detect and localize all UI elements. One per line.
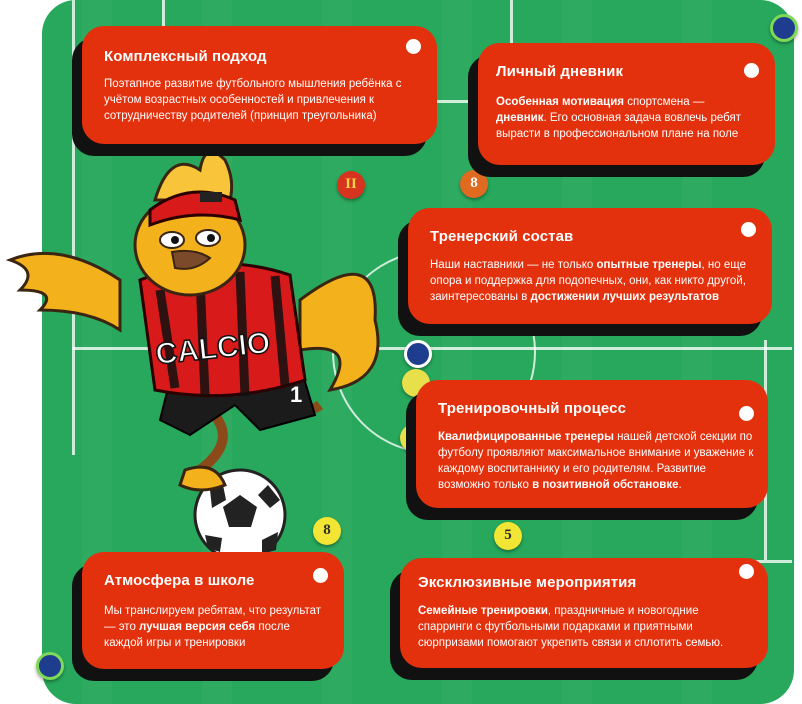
card-title: Тренерский состав	[430, 228, 574, 245]
jersey-number: 1	[290, 382, 302, 407]
card-title: Личный дневник	[496, 63, 624, 80]
card-text: Особенная мотивация спортсмена — дневник…	[496, 96, 741, 140]
game-disc	[36, 652, 64, 680]
card-text: Мы транслируем ребятам, что результат — …	[104, 605, 322, 649]
card-dot-icon	[313, 568, 328, 583]
card-personal-diary: Личный дневник Особенная мотивация спорт…	[478, 43, 775, 165]
card-title: Тренировочный процесс	[438, 400, 627, 417]
card-title: Эксклюзивные мероприятия	[418, 574, 637, 591]
game-disc	[770, 14, 798, 42]
card-training-process: Тренировочный процесс Квалифицированные …	[416, 380, 768, 508]
chicken-mascot-icon: CALCIO 1	[5, 150, 380, 560]
card-dot-icon	[406, 39, 421, 54]
card-dot-icon	[744, 63, 759, 78]
card-text: Наши наставники — не только опытные трен…	[430, 259, 746, 303]
card-text: Поэтапное развитие футбольного мышления …	[104, 78, 402, 122]
game-disc: 8	[460, 170, 488, 198]
card-complex-approach: Комплексный подход Поэтапное развитие фу…	[82, 26, 437, 144]
card-text: Семейные тренировки, праздничные и новог…	[418, 605, 724, 649]
card-dot-icon	[739, 564, 754, 579]
game-disc	[404, 340, 432, 368]
card-dot-icon	[741, 222, 756, 237]
card-coaching-staff: Тренерский состав Наши наставники — не т…	[408, 208, 772, 324]
card-title: Атмосфера в школе	[104, 572, 255, 589]
game-disc: 5	[494, 522, 522, 550]
card-exclusive-events: Эксклюзивные мероприятия Семейные тренир…	[400, 558, 768, 668]
card-school-atmosphere: Атмосфера в школе Мы транслируем ребятам…	[82, 552, 344, 669]
card-title: Комплексный подход	[104, 48, 267, 65]
card-dot-icon	[739, 406, 754, 421]
card-text: Квалифицированные тренеры нашей детской …	[438, 431, 754, 491]
